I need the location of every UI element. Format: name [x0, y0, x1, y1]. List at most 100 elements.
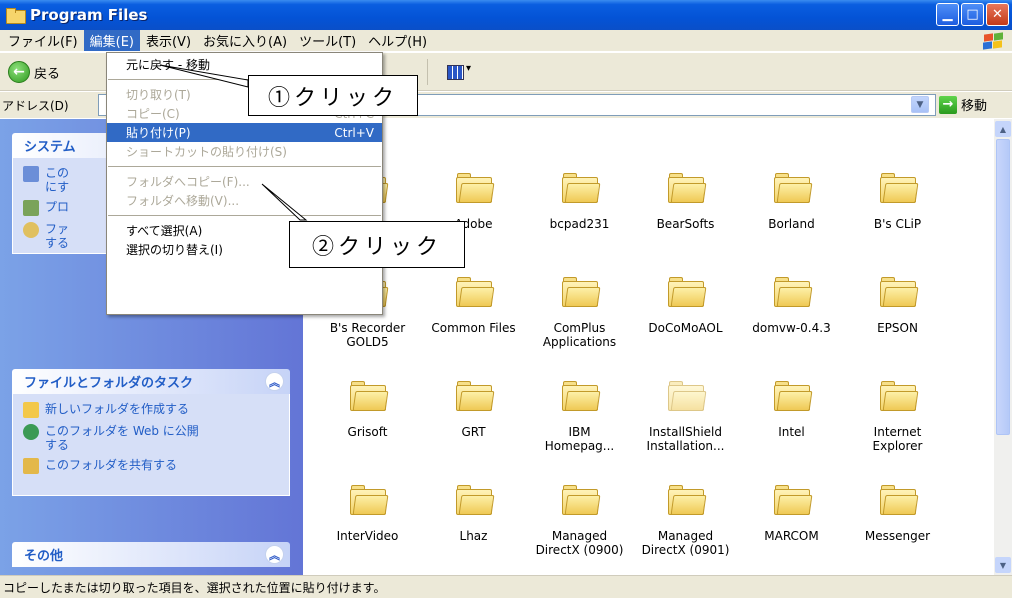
menu-item-label: すべて選択(A) — [126, 224, 203, 238]
views-icon[interactable] — [447, 65, 464, 80]
folder-item[interactable]: BearSofts — [633, 169, 738, 273]
folder-icon — [666, 171, 706, 205]
edit-menu-item[interactable]: 貼り付け(P) Ctrl+V — [107, 123, 382, 142]
folder-name: B's Recorder GOLD5 — [329, 321, 406, 349]
folder-item[interactable]: Grisoft — [315, 377, 420, 481]
folder-item[interactable]: ComPlus Applications — [527, 273, 632, 377]
maximize-button[interactable]: □ — [961, 3, 984, 26]
edit-menu-item[interactable]: 元に戻す - 移動 — [107, 55, 382, 74]
publish-web-link[interactable]: このフォルダを Web に公開 する — [23, 424, 279, 452]
other-group: その他 ︽ — [12, 542, 290, 567]
menu-item-label: ショートカットの貼り付け(S) — [126, 145, 287, 159]
folder-name: Grisoft — [347, 425, 388, 439]
status-bar: コピーしたまたは切り取った項目を、選択された位置に貼り付けます。 — [0, 575, 1012, 598]
folder-icon — [6, 8, 26, 24]
new-folder-icon — [23, 402, 39, 418]
menu-item-label: フォルダへコピー(F)... — [126, 175, 250, 189]
folder-item[interactable]: IBM Homepag... — [527, 377, 632, 481]
file-list-scrollbar[interactable]: ▲ ▼ — [994, 119, 1012, 575]
menu-bar: ファイル(F) 編集(E) 表示(V) お気に入り(A) ツール(T) ヘルプ(H) — [0, 30, 1012, 52]
other-header[interactable]: その他 ︽ — [12, 542, 290, 567]
collapse-chevron-icon[interactable]: ︽ — [265, 545, 284, 564]
folder-name: B's CLiP — [873, 217, 922, 231]
back-button[interactable]: ← 戻る — [8, 61, 60, 83]
menu-item[interactable]: ツール(T) — [293, 30, 362, 51]
folder-icon — [666, 379, 706, 413]
other-title: その他 — [24, 549, 64, 564]
folder-name: MARCOM — [764, 529, 819, 543]
folder-item[interactable]: Managed DirectX (0900) — [527, 481, 632, 585]
menu-item-label: 選択の切り替え(I) — [126, 243, 223, 257]
go-arrow-icon: → — [939, 95, 957, 114]
folder-item[interactable]: MARCOM — [739, 481, 844, 585]
folder-item[interactable]: DoCoMoAOL — [633, 273, 738, 377]
share-folder-icon — [23, 458, 39, 474]
folder-icon — [878, 171, 918, 205]
folder-item[interactable]: Common Files — [421, 273, 526, 377]
file-tasks-title: ファイルとフォルダのタスク — [24, 376, 194, 391]
callout-step-1: ①クリック — [248, 75, 418, 116]
folder-name: Borland — [768, 217, 815, 231]
scroll-up-icon[interactable]: ▲ — [995, 121, 1011, 137]
menu-item[interactable]: ヘルプ(H) — [362, 30, 433, 51]
folder-icon — [772, 171, 812, 205]
folder-name: domvw-0.4.3 — [752, 321, 831, 335]
web-publish-icon — [23, 424, 39, 440]
minimize-button[interactable]: ▁ — [936, 3, 959, 26]
menu-item[interactable]: ファイル(F) — [2, 30, 84, 51]
address-dropdown-icon[interactable]: ▼ — [911, 96, 929, 113]
menu-item[interactable]: お気に入り(A) — [197, 30, 293, 51]
folder-icon — [666, 483, 706, 517]
scroll-down-icon[interactable]: ▼ — [995, 557, 1011, 573]
go-label: 移動 — [961, 99, 988, 114]
new-folder-link[interactable]: 新しいフォルダを作成する — [23, 402, 279, 418]
folder-item[interactable]: Intel — [739, 377, 844, 481]
folder-name: DoCoMoAOL — [648, 321, 723, 335]
window-title: Program Files — [30, 6, 148, 24]
scrollbar-thumb[interactable] — [996, 139, 1010, 435]
folder-item[interactable]: Lhaz — [421, 481, 526, 585]
maximize-icon: □ — [966, 7, 979, 22]
folder-icon — [878, 275, 918, 309]
folder-item[interactable]: Internet Explorer — [845, 377, 950, 481]
menu-item-label: 貼り付け(P) — [126, 126, 191, 140]
folder-item[interactable]: Borland — [739, 169, 844, 273]
collapse-chevron-icon[interactable]: ︽ — [265, 372, 284, 391]
computer-icon — [23, 166, 39, 182]
edit-menu-item: フォルダへ移動(V)... — [107, 191, 382, 210]
folder-item[interactable]: bcpad231 — [527, 169, 632, 273]
address-label: アドレス(D) — [2, 99, 69, 113]
folder-name: BearSofts — [656, 217, 715, 231]
menu-item-label: 切り取り(T) — [126, 88, 191, 102]
folder-item[interactable]: Messenger — [845, 481, 950, 585]
folder-name: Internet Explorer — [872, 425, 923, 453]
folder-item[interactable]: B's CLiP — [845, 169, 950, 273]
menu-item-shortcut: Ctrl+V — [334, 125, 374, 140]
menu-item[interactable]: 編集(E) — [83, 30, 140, 51]
folder-item[interactable]: InstallShield Installation... — [633, 377, 738, 481]
file-tasks-header[interactable]: ファイルとフォルダのタスク ︽ — [12, 369, 290, 394]
minimize-icon: ▁ — [942, 7, 953, 22]
folder-item[interactable]: domvw-0.4.3 — [739, 273, 844, 377]
folder-item[interactable]: EPSON — [845, 273, 950, 377]
callout-step-2: ②クリック — [289, 221, 465, 268]
folder-name: Common Files — [431, 321, 516, 335]
views-dropdown-icon[interactable]: ▾ — [466, 63, 471, 74]
folder-item[interactable]: InterVideo — [315, 481, 420, 585]
menu-item[interactable]: 表示(V) — [140, 30, 197, 51]
folder-icon — [560, 275, 600, 309]
edit-menu-item: フォルダへコピー(F)... — [107, 172, 382, 191]
folder-item[interactable]: Managed DirectX (0901) — [633, 481, 738, 585]
folder-name: InstallShield Installation... — [646, 425, 725, 453]
folder-item[interactable]: GRT — [421, 377, 526, 481]
folder-name: Managed DirectX (0901) — [641, 529, 730, 557]
system-tasks-title: システム — [24, 140, 76, 155]
folder-icon — [454, 379, 494, 413]
windows-logo-icon — [982, 32, 1004, 51]
folder-name: Lhaz — [459, 529, 488, 543]
folder-icon — [454, 275, 494, 309]
go-button[interactable]: → 移動 — [939, 95, 987, 114]
close-button[interactable]: ✕ — [986, 3, 1009, 26]
share-folder-link[interactable]: このフォルダを共有する — [23, 458, 279, 474]
menu-separator — [108, 215, 381, 216]
